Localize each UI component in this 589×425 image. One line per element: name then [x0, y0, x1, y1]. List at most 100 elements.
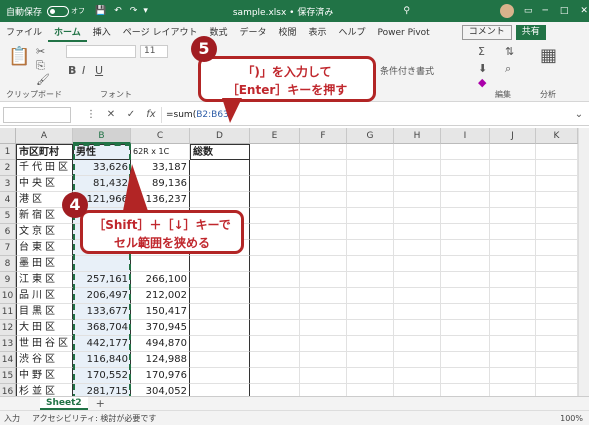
- grid-cell[interactable]: [250, 240, 300, 256]
- grid-cell[interactable]: [250, 384, 300, 396]
- grid-cell[interactable]: [536, 272, 578, 288]
- male-cell[interactable]: 257,161: [73, 272, 131, 288]
- enter-icon[interactable]: ✓: [121, 109, 141, 120]
- grid-cell[interactable]: [441, 160, 490, 176]
- grid-cell[interactable]: [250, 224, 300, 240]
- grid-cell[interactable]: [300, 320, 347, 336]
- city-cell[interactable]: 中野区: [16, 368, 73, 384]
- grid-cell[interactable]: [441, 288, 490, 304]
- grid-cell[interactable]: [347, 336, 394, 352]
- total-cell[interactable]: [190, 320, 250, 336]
- row-header[interactable]: 9: [0, 272, 16, 288]
- female-cell[interactable]: 212,002: [131, 288, 190, 304]
- row-header[interactable]: 11: [0, 304, 16, 320]
- grid-cell[interactable]: [394, 336, 441, 352]
- column-header-e[interactable]: E: [250, 128, 300, 144]
- grid-cell[interactable]: [347, 288, 394, 304]
- total-cell[interactable]: [190, 192, 250, 208]
- tab-page-layout[interactable]: ページ レイアウト: [117, 24, 204, 42]
- tab-home[interactable]: ホーム: [48, 24, 87, 42]
- city-cell[interactable]: 大田区: [16, 320, 73, 336]
- column-header-k[interactable]: K: [536, 128, 578, 144]
- tab-file[interactable]: ファイル: [0, 24, 48, 42]
- grid-cell[interactable]: [490, 272, 536, 288]
- sort-icon[interactable]: ⇅: [505, 45, 514, 58]
- add-sheet-button[interactable]: +: [96, 397, 105, 410]
- male-cell[interactable]: 368,704: [73, 320, 131, 336]
- city-cell[interactable]: 台東区: [16, 240, 73, 256]
- grid-cell[interactable]: [300, 368, 347, 384]
- row-header[interactable]: 1: [0, 144, 16, 160]
- autosave-toggle[interactable]: [47, 5, 70, 17]
- grid-cell[interactable]: [300, 336, 347, 352]
- grid-cell[interactable]: [490, 304, 536, 320]
- search-icon[interactable]: ⚲: [403, 6, 410, 16]
- grid-cell[interactable]: [490, 384, 536, 396]
- grid-cell[interactable]: [250, 176, 300, 192]
- total-cell[interactable]: [190, 336, 250, 352]
- total-cell[interactable]: [190, 368, 250, 384]
- save-icon[interactable]: 💾: [95, 6, 106, 16]
- grid-cell[interactable]: [250, 272, 300, 288]
- grid-cell[interactable]: [250, 208, 300, 224]
- male-cell[interactable]: 442,177: [73, 336, 131, 352]
- city-cell[interactable]: 目黒区: [16, 304, 73, 320]
- city-cell[interactable]: 渋谷区: [16, 352, 73, 368]
- vertical-scrollbar[interactable]: [578, 128, 589, 396]
- grid-cell[interactable]: [441, 192, 490, 208]
- row-header[interactable]: 12: [0, 320, 16, 336]
- column-header-d[interactable]: D: [190, 128, 250, 144]
- city-cell[interactable]: 千代田区: [16, 160, 73, 176]
- grid-cell[interactable]: [490, 240, 536, 256]
- grid-cell[interactable]: [300, 208, 347, 224]
- accessibility-status[interactable]: アクセシビリティ: 検討が必要です: [32, 413, 156, 424]
- grid-cell[interactable]: [441, 304, 490, 320]
- row-header[interactable]: 15: [0, 368, 16, 384]
- grid-cell[interactable]: [394, 240, 441, 256]
- bold-icon[interactable]: B: [68, 64, 76, 77]
- grid-cell[interactable]: [536, 304, 578, 320]
- grid-cell[interactable]: [250, 352, 300, 368]
- cond-format-button[interactable]: 条件付き書式: [380, 64, 434, 77]
- grid-cell[interactable]: [536, 352, 578, 368]
- total-cell[interactable]: [190, 352, 250, 368]
- total-cell[interactable]: [190, 304, 250, 320]
- worksheet-grid[interactable]: ABCDEFGHIJK 1 市区町村 男性 62R x 1C 総数 2 千代田区 33,626…: [0, 128, 578, 396]
- grid-cell[interactable]: [394, 352, 441, 368]
- grid-cell[interactable]: [394, 224, 441, 240]
- grid-cell[interactable]: [250, 192, 300, 208]
- grid-cell[interactable]: [347, 272, 394, 288]
- female-cell[interactable]: 266,100: [131, 272, 190, 288]
- grid-cell[interactable]: [347, 240, 394, 256]
- grid-cell[interactable]: [347, 144, 394, 160]
- grid-cell[interactable]: [490, 288, 536, 304]
- male-cell[interactable]: 116,840: [73, 352, 131, 368]
- underline-icon[interactable]: U: [95, 64, 103, 77]
- city-cell[interactable]: 杉並区: [16, 384, 73, 396]
- italic-icon[interactable]: I: [82, 64, 85, 77]
- city-cell[interactable]: 文京区: [16, 224, 73, 240]
- grid-cell[interactable]: [441, 256, 490, 272]
- grid-cell[interactable]: [536, 336, 578, 352]
- grid-cell[interactable]: [536, 384, 578, 396]
- grid-cell[interactable]: [250, 288, 300, 304]
- total-cell[interactable]: [190, 272, 250, 288]
- grid-cell[interactable]: [394, 208, 441, 224]
- grid-cell[interactable]: [490, 320, 536, 336]
- row-header[interactable]: 14: [0, 352, 16, 368]
- grid-cell[interactable]: [394, 144, 441, 160]
- tab-view[interactable]: 表示: [303, 24, 333, 42]
- grid-cell[interactable]: [441, 320, 490, 336]
- redo-icon[interactable]: ↷: [130, 6, 138, 16]
- row-header[interactable]: 6: [0, 224, 16, 240]
- column-header-b[interactable]: B: [73, 128, 131, 144]
- grid-cell[interactable]: [394, 320, 441, 336]
- grid-cell[interactable]: [394, 192, 441, 208]
- column-header-c[interactable]: C: [131, 128, 190, 144]
- grid-cell[interactable]: [536, 288, 578, 304]
- grid-cell[interactable]: [490, 224, 536, 240]
- grid-cell[interactable]: [250, 160, 300, 176]
- grid-cell[interactable]: [347, 384, 394, 396]
- grid-cell[interactable]: [536, 160, 578, 176]
- total-cell[interactable]: [190, 384, 250, 396]
